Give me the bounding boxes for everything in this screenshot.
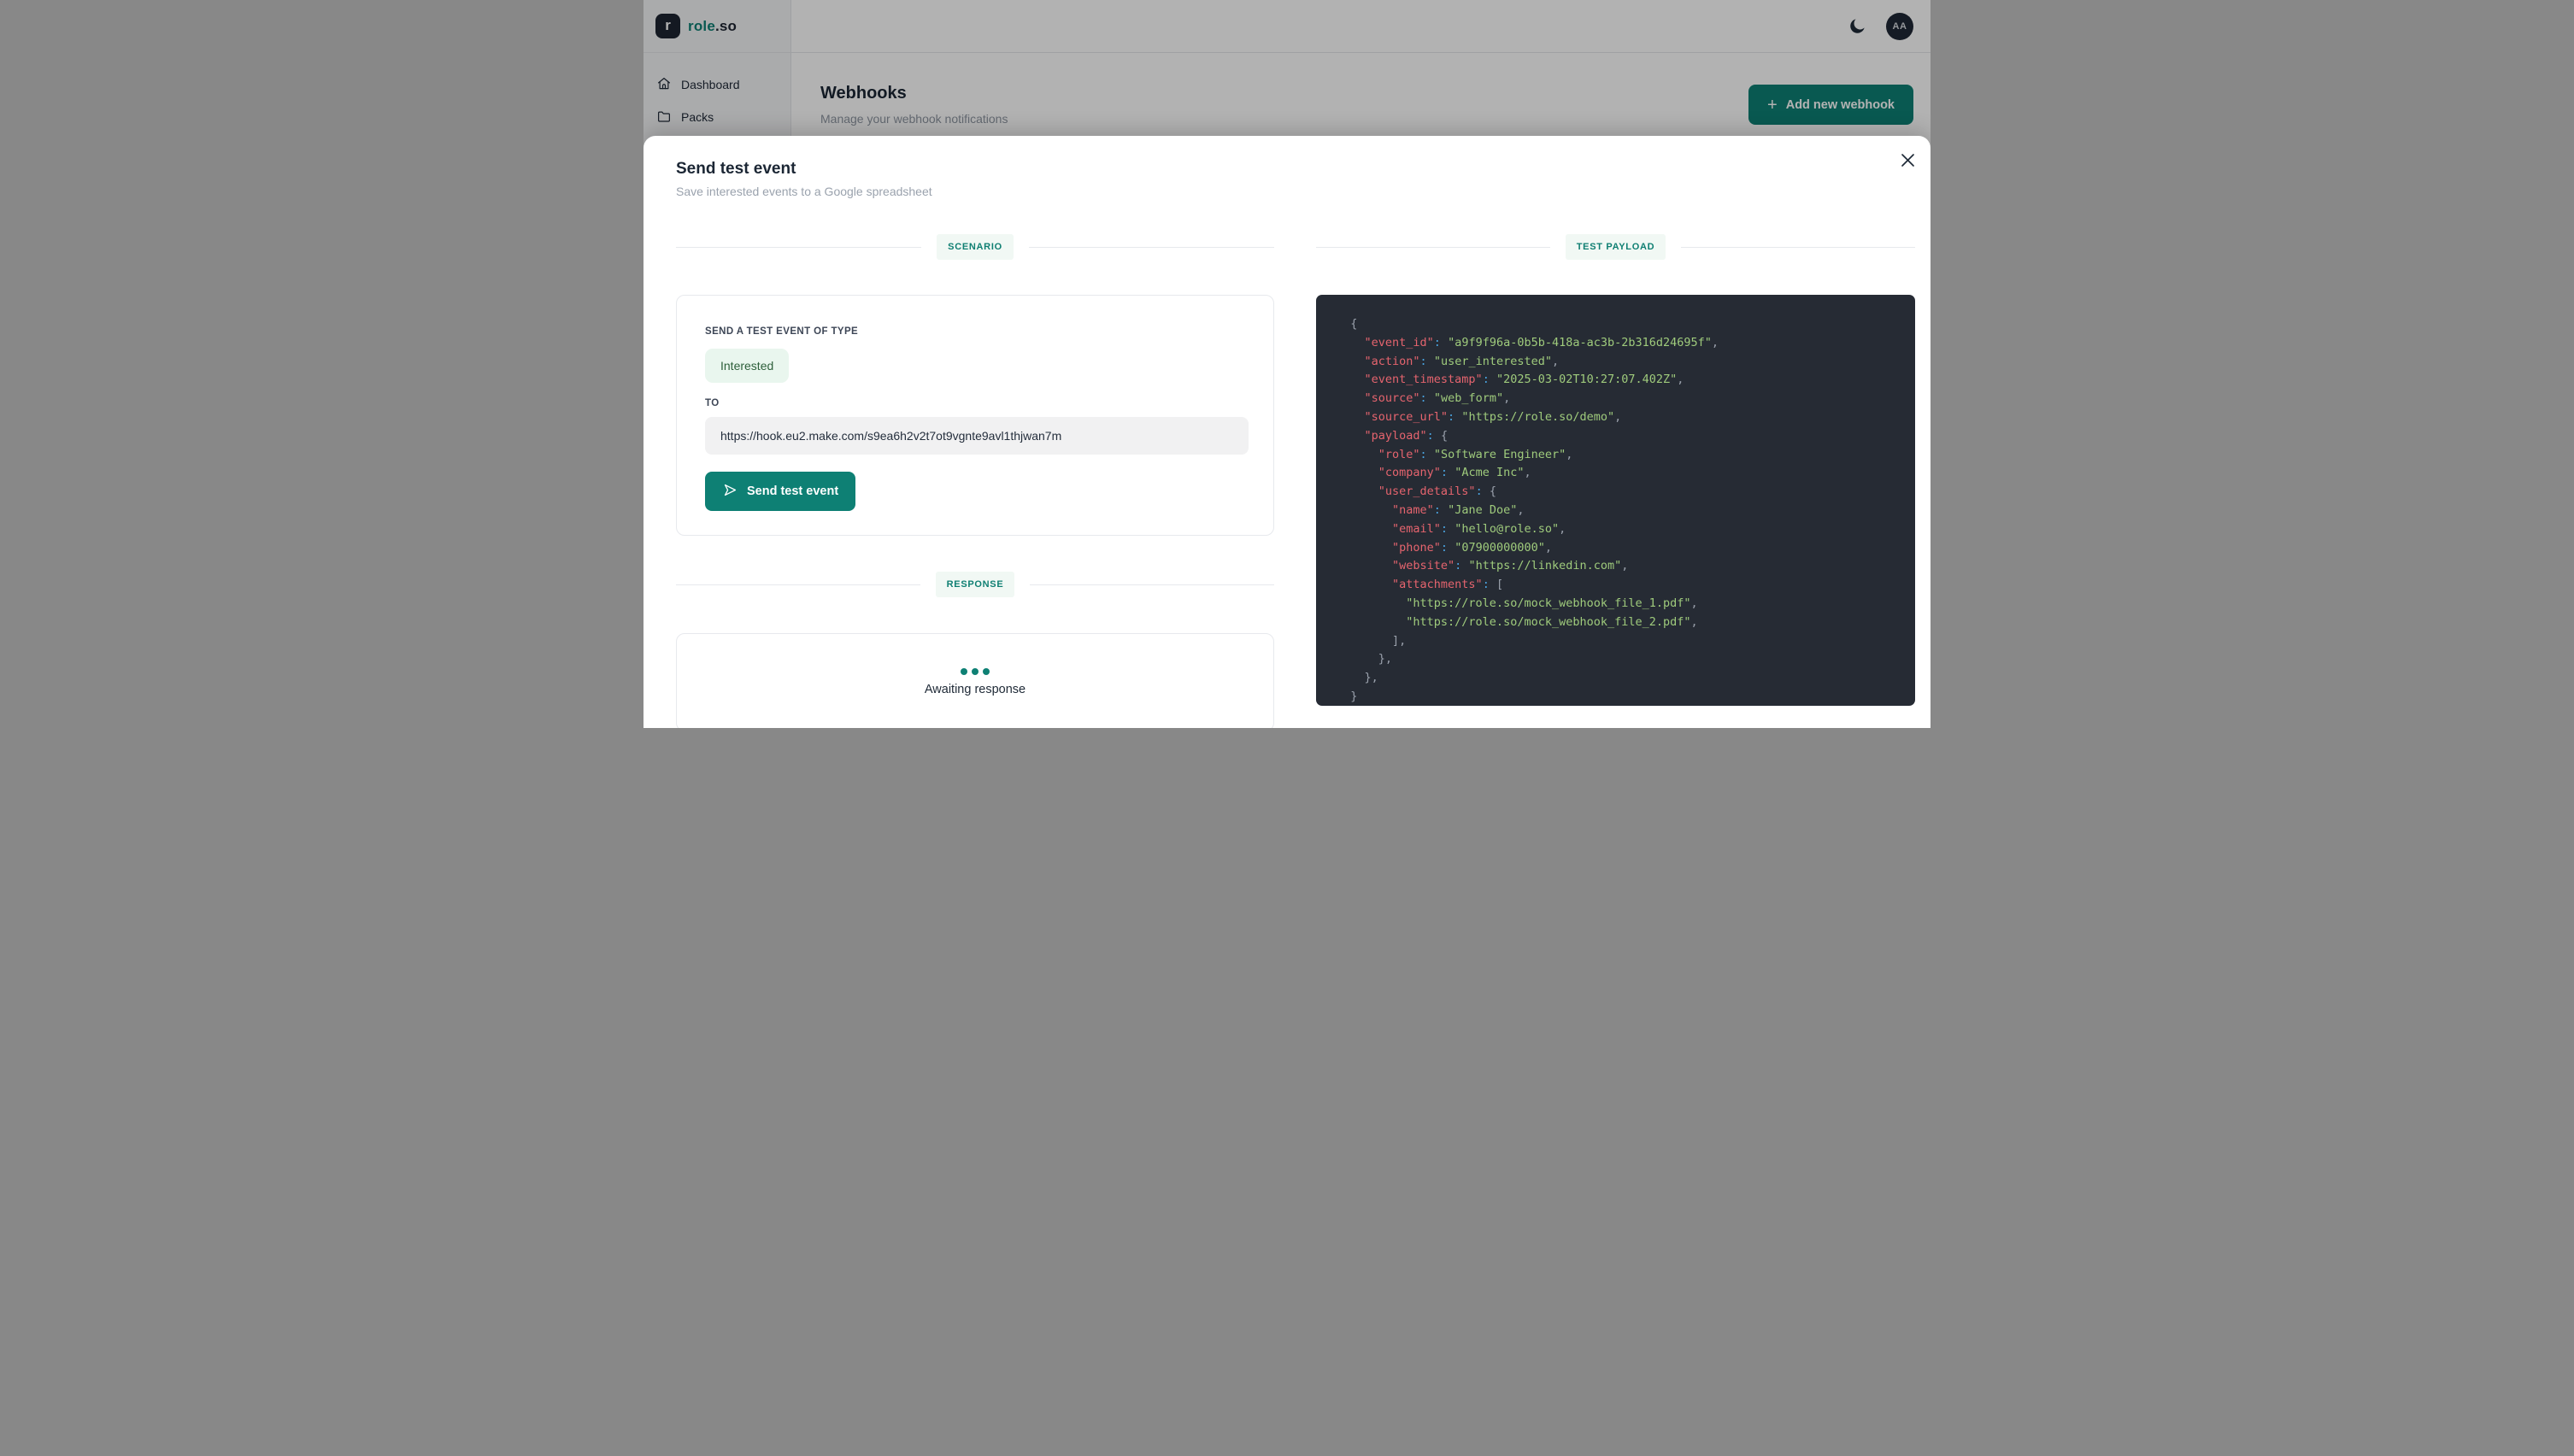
send-button-label: Send test event — [747, 484, 838, 498]
code-line: "website": "https://linkedin.com", — [1337, 557, 1898, 576]
response-section-divider: RESPONSE — [676, 572, 1274, 597]
code-line: "name": "Jane Doe", — [1337, 502, 1898, 520]
divider-line — [676, 584, 920, 585]
code-line: "https://role.so/mock_webhook_file_2.pdf… — [1337, 614, 1898, 632]
code-line: "phone": "07900000000", — [1337, 539, 1898, 558]
modal-title: Send test event — [676, 160, 1898, 179]
divider-line — [1316, 247, 1550, 248]
code-line: "event_id": "a9f9f96a-0b5b-418a-ac3b-2b3… — [1337, 334, 1898, 353]
modal-body: SCENARIO SEND A TEST EVENT OF TYPE Inter… — [644, 198, 1930, 728]
send-icon — [722, 482, 738, 502]
scenario-card: SEND A TEST EVENT OF TYPE Interested TO … — [676, 295, 1274, 536]
divider-line — [1029, 247, 1274, 248]
to-label: TO — [705, 398, 1245, 408]
code-line: "https://role.so/mock_webhook_file_1.pdf… — [1337, 595, 1898, 614]
loading-dots-icon — [961, 668, 990, 675]
response-section-label: RESPONSE — [936, 572, 1015, 597]
webhook-url-input[interactable] — [705, 417, 1249, 455]
close-button[interactable] — [1896, 151, 1919, 173]
code-line: "source": "web_form", — [1337, 390, 1898, 408]
payload-section-label: TEST PAYLOAD — [1566, 234, 1666, 260]
divider-line — [676, 247, 921, 248]
code-line: "company": "Acme Inc", — [1337, 464, 1898, 483]
code-line: }, — [1337, 669, 1898, 688]
scenario-section-label: SCENARIO — [937, 234, 1014, 260]
send-test-event-button[interactable]: Send test event — [705, 472, 855, 511]
code-line: "payload": { — [1337, 427, 1898, 446]
payload-section-divider: TEST PAYLOAD — [1316, 234, 1915, 260]
payload-column: TEST PAYLOAD { "event_id": "a9f9f96a-0b5… — [1316, 198, 1915, 728]
code-line: "action": "user_interested", — [1337, 353, 1898, 372]
json-payload-code: { "event_id": "a9f9f96a-0b5b-418a-ac3b-2… — [1316, 295, 1915, 706]
event-type-value: Interested — [720, 359, 773, 373]
code-line: "attachments": [ — [1337, 576, 1898, 595]
code-line: "email": "hello@role.so", — [1337, 520, 1898, 539]
send-test-event-modal: Send test event Save interested events t… — [644, 136, 1930, 728]
code-line: "source_url": "https://role.so/demo", — [1337, 408, 1898, 427]
code-line: "user_details": { — [1337, 483, 1898, 502]
code-line: "event_timestamp": "2025-03-02T10:27:07.… — [1337, 371, 1898, 390]
response-card: Awaiting response — [676, 633, 1274, 728]
app-screen: r role.so Dashboard Packs — [644, 0, 1930, 728]
code-line: }, — [1337, 650, 1898, 669]
divider-line — [1681, 247, 1915, 248]
code-line: } — [1337, 688, 1898, 706]
modal-subtitle: Save interested events to a Google sprea… — [676, 185, 1898, 198]
code-line: { — [1337, 315, 1898, 334]
close-icon — [1901, 153, 1915, 172]
event-type-chip[interactable]: Interested — [705, 349, 789, 383]
event-type-label: SEND A TEST EVENT OF TYPE — [705, 326, 1245, 337]
modal-header: Send test event Save interested events t… — [644, 136, 1930, 198]
awaiting-response-text: Awaiting response — [925, 683, 1025, 696]
scenario-column: SCENARIO SEND A TEST EVENT OF TYPE Inter… — [676, 198, 1274, 728]
scenario-section-divider: SCENARIO — [676, 234, 1274, 260]
code-line: "role": "Software Engineer", — [1337, 446, 1898, 465]
divider-line — [1030, 584, 1274, 585]
code-line: ], — [1337, 632, 1898, 651]
